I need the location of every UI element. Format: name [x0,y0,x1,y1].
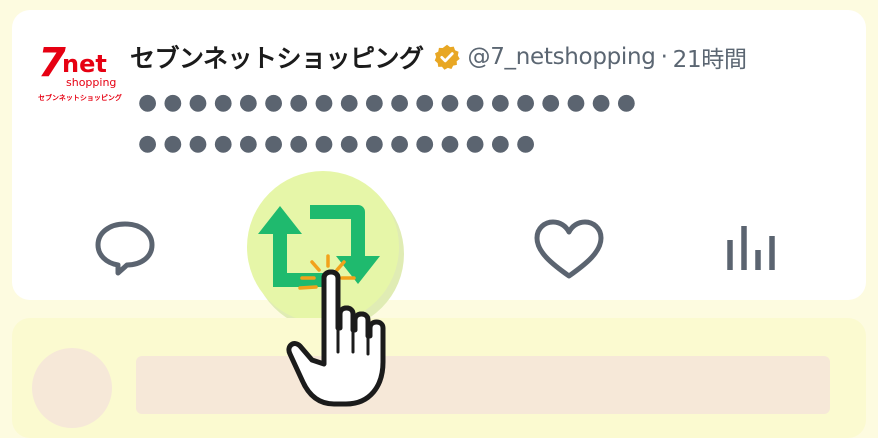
header-separator: · [660,44,668,70]
logo-kana: セブンネットショッピング [38,93,122,102]
verified-badge-icon [434,44,460,70]
tweet-timestamp[interactable]: 21時間 [673,40,747,74]
pointer-hand-overlay-icon [286,269,386,407]
user-handle[interactable]: @7_netshopping [468,44,656,70]
reply-icon[interactable] [92,218,158,278]
tweet-header: セブンネットショッピング @7_netshopping · 21時間 [130,36,860,78]
seven-net-logo: 7 net shopping セブンネットショッピング [38,40,122,102]
logo-net: net [62,50,107,78]
tweet-body-line-2: ●●●●●●●●●●●●●●●● [138,131,542,156]
display-name[interactable]: セブンネットショッピング [130,39,424,75]
tweet-body: ●●●●●●●●●●●●●●●●●●●● ●●●●●●●●●●●●●●●● [138,82,818,164]
analytics-icon[interactable] [724,222,780,272]
text-placeholder [136,356,830,414]
avatar-placeholder [32,348,112,428]
tweet-body-line-1: ●●●●●●●●●●●●●●●●●●●● [138,90,642,115]
logo-shopping: shopping [66,76,116,89]
heart-icon[interactable] [532,218,606,282]
